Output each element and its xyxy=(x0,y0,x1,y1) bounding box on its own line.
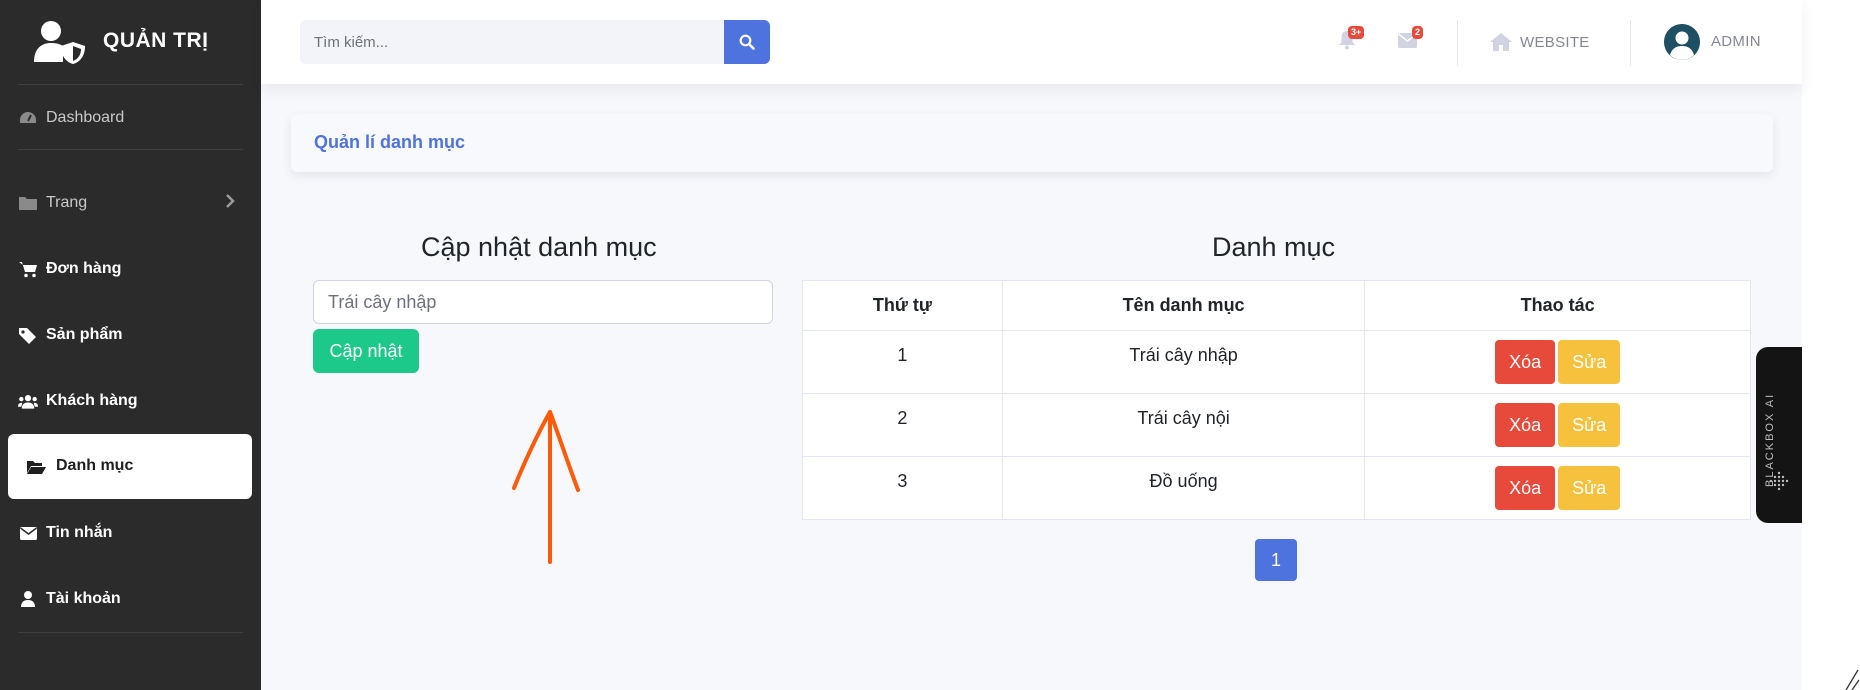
table-row: 1 Trái cây nhập Xóa Sửa xyxy=(802,330,1751,394)
dashboard-icon xyxy=(18,109,38,127)
cell-actions: Xóa Sửa xyxy=(1364,456,1751,520)
column-header-index: Thứ tự xyxy=(802,280,1003,331)
cell-index: 1 xyxy=(802,330,1003,394)
delete-button[interactable]: Xóa xyxy=(1495,465,1556,510)
users-icon xyxy=(18,392,38,410)
cell-actions: Xóa Sửa xyxy=(1364,393,1751,457)
delete-button[interactable]: Xóa xyxy=(1495,402,1556,447)
cell-actions: Xóa Sửa xyxy=(1364,330,1751,394)
page-header-card: Quản lí danh mục xyxy=(291,114,1773,172)
home-icon xyxy=(1490,33,1512,51)
folder-icon xyxy=(18,194,38,212)
dots-icon xyxy=(1769,471,1789,491)
sidebar-item-label: Tin nhắn xyxy=(46,524,113,541)
cart-icon xyxy=(18,260,38,278)
category-table: Thứ tự Tên danh mục Thao tác 1 Trái cây … xyxy=(802,280,1751,520)
user-label: ADMIN xyxy=(1711,33,1761,50)
sidebar-item-label: Dashboard xyxy=(46,109,125,126)
pagination-page-button[interactable]: 1 xyxy=(1255,539,1297,581)
blackbox-ai-widget[interactable]: BLACKBOX AI xyxy=(1756,347,1802,523)
sidebar-brand[interactable]: QUẢN TRỊ xyxy=(0,0,261,84)
messages-badge: 2 xyxy=(1412,26,1424,39)
cell-index: 2 xyxy=(802,393,1003,457)
page-title: Quản lí danh mục xyxy=(314,132,466,152)
sidebar-item-don-hang[interactable]: Đơn hàng xyxy=(0,249,261,289)
cell-category-name: Đồ uống xyxy=(1001,456,1366,520)
edit-button[interactable]: Sửa xyxy=(1558,402,1621,447)
brand-title: QUẢN TRỊ xyxy=(103,29,209,52)
update-form-title: Cập nhật danh mục xyxy=(421,232,657,262)
chevron-right-icon xyxy=(225,193,235,213)
resize-corner-icon xyxy=(1845,669,1860,690)
table-header-row: Thứ tự Tên danh mục Thao tác xyxy=(802,280,1751,331)
folder-open-icon xyxy=(26,458,46,476)
edit-button[interactable]: Sửa xyxy=(1558,465,1621,510)
search-form xyxy=(300,20,770,64)
update-button[interactable]: Cập nhật xyxy=(313,329,419,373)
sidebar-item-tai-khoan[interactable]: Tài khoản xyxy=(0,579,261,619)
user-menu-link[interactable]: ADMIN xyxy=(1711,33,1761,50)
table-row: 3 Đồ uống Xóa Sửa xyxy=(802,456,1751,520)
category-table-title: Danh mục xyxy=(1212,232,1336,262)
sidebar-item-dashboard[interactable]: Dashboard xyxy=(0,98,261,138)
sidebar-item-label: Sản phẩm xyxy=(46,326,123,343)
sidebar-item-danh-muc[interactable]: Danh mục xyxy=(8,434,252,499)
arrow-up-icon xyxy=(512,410,580,564)
alerts-badge: 3+ xyxy=(1348,26,1365,39)
user-avatar-icon xyxy=(1664,24,1700,60)
cell-category-name: Trái cây nhập xyxy=(1001,330,1366,394)
envelope-icon xyxy=(18,524,38,542)
sidebar-item-label: Danh mục xyxy=(56,457,134,474)
sidebar-item-label: Đơn hàng xyxy=(46,260,122,277)
tags-icon xyxy=(18,326,38,344)
sidebar-item-label: Trang xyxy=(46,194,88,211)
topbar-divider xyxy=(1630,20,1631,66)
sidebar-item-san-pham[interactable]: Sản phẩm xyxy=(0,315,261,355)
topbar-divider xyxy=(1457,20,1458,66)
messages-button[interactable]: 2 xyxy=(1398,26,1424,50)
column-header-actions: Thao tác xyxy=(1364,280,1751,331)
website-link[interactable]: WEBSITE xyxy=(1490,33,1590,51)
avatar[interactable] xyxy=(1664,24,1700,60)
app-root: QUẢN TRỊ Dashboard Trang Đơn hàng Sản ph… xyxy=(0,0,1802,690)
user-icon xyxy=(18,590,38,608)
sidebar-item-label: Khách hàng xyxy=(46,392,138,409)
search-input[interactable] xyxy=(300,20,724,64)
delete-button[interactable]: Xóa xyxy=(1495,339,1556,384)
user-shield-icon xyxy=(34,21,85,64)
topbar: 3+ 2 WEBSITE ADMIN xyxy=(261,0,1802,84)
cell-category-name: Trái cây nội xyxy=(1001,393,1366,457)
sidebar-item-tin-nhan[interactable]: Tin nhắn xyxy=(0,513,261,553)
search-button[interactable] xyxy=(724,20,770,64)
search-icon xyxy=(739,34,755,50)
edit-button[interactable]: Sửa xyxy=(1558,339,1621,384)
sidebar: QUẢN TRỊ Dashboard Trang Đơn hàng Sản ph… xyxy=(0,0,261,690)
sidebar-item-label: Tài khoản xyxy=(46,590,121,607)
sidebar-item-khach-hang[interactable]: Khách hàng xyxy=(0,381,261,421)
sidebar-divider xyxy=(18,84,243,85)
sidebar-item-trang[interactable]: Trang xyxy=(0,183,261,223)
column-header-name: Tên danh mục xyxy=(1001,280,1366,331)
alerts-button[interactable]: 3+ xyxy=(1338,26,1365,50)
sidebar-divider xyxy=(18,149,243,150)
website-label: WEBSITE xyxy=(1520,33,1590,51)
sidebar-divider xyxy=(18,632,243,633)
table-row: 2 Trái cây nội Xóa Sửa xyxy=(802,393,1751,457)
category-name-input[interactable] xyxy=(313,280,773,324)
cell-index: 3 xyxy=(802,456,1003,520)
